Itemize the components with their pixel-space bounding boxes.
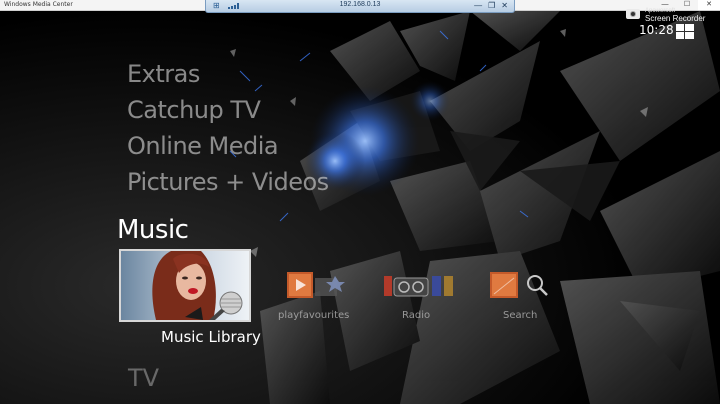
remote-address: 192.168.0.13 — [339, 1, 381, 8]
minimize-icon[interactable]: — — [474, 0, 482, 12]
music-library-label: Music Library — [161, 328, 261, 346]
search-label: Search — [503, 310, 538, 321]
radio-icon — [384, 276, 453, 297]
radio-tile[interactable] — [384, 272, 456, 298]
recorder-name: Screen Recorder — [645, 14, 706, 23]
clock-time: 10:28 — [639, 23, 674, 37]
playfavourites-tile[interactable] — [287, 272, 347, 298]
screen-recorder-badge: Apowersoft Screen Recorder — [626, 8, 720, 24]
camera-icon — [626, 9, 640, 19]
playfavourites-label: playfavourites — [278, 310, 350, 321]
search-tile[interactable] — [490, 272, 550, 298]
menu-item-tv[interactable]: TV — [128, 364, 159, 392]
menu-item-extras[interactable]: Extras — [127, 60, 200, 88]
menu-item-catchup-tv[interactable]: Catchup TV — [127, 96, 261, 124]
album-art-image — [121, 251, 249, 320]
window-title: Windows Media Center — [4, 1, 73, 8]
menu-section-music[interactable]: Music — [117, 215, 189, 245]
menu-item-pictures-videos[interactable]: Pictures + Videos — [127, 168, 329, 196]
close-icon[interactable]: ✕ — [501, 0, 508, 12]
radio-label: Radio — [402, 310, 431, 321]
search-icon — [490, 272, 548, 298]
music-library-tile[interactable] — [119, 249, 251, 322]
restore-icon[interactable]: ❐ — [488, 0, 495, 12]
remote-desktop-bar: ⊞ 192.168.0.13 — ❐ ✕ — [205, 0, 515, 13]
windows-logo-icon — [676, 24, 694, 39]
menu-item-online-media[interactable]: Online Media — [127, 132, 279, 160]
background-art — [0, 11, 720, 404]
playlist-icon — [287, 272, 345, 298]
